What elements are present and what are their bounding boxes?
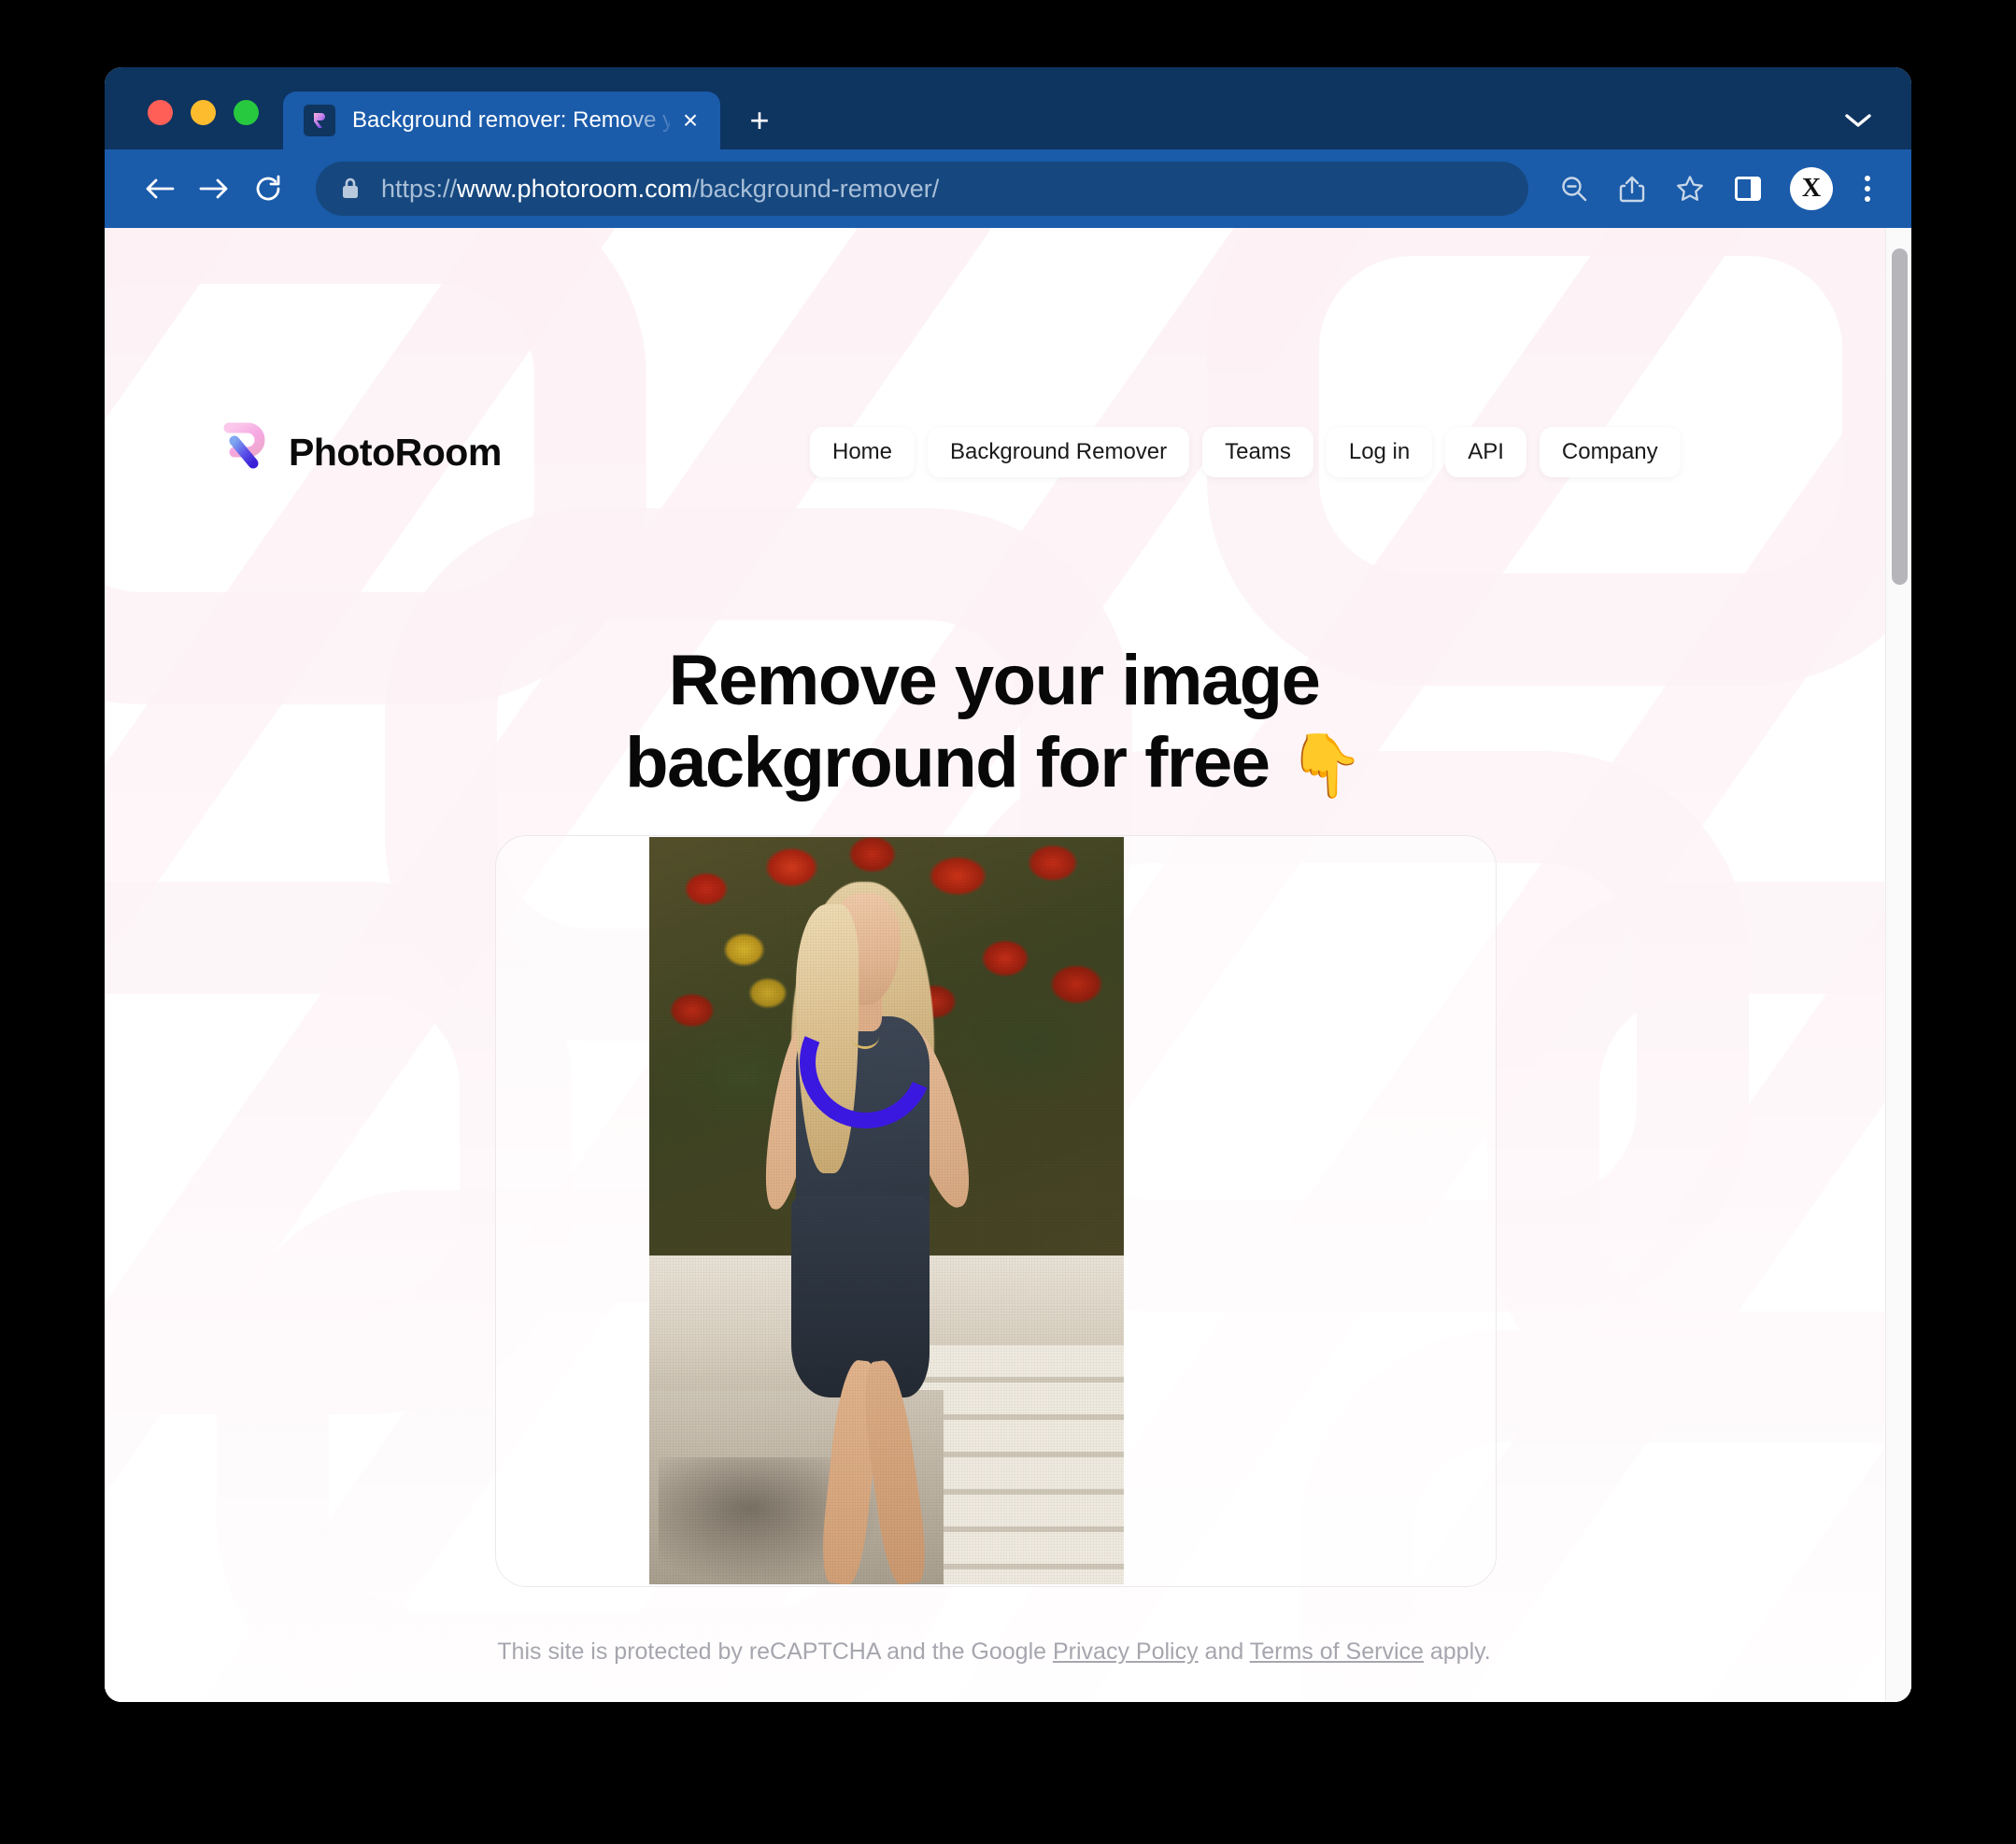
nav-item-log-in[interactable]: Log in <box>1326 427 1433 477</box>
site-header: PhotoRoom Home Background Remover Teams … <box>105 415 1911 489</box>
chevron-down-icon[interactable] <box>1825 92 1891 149</box>
recaptcha-prefix: This site is protected by reCAPTCHA and … <box>497 1638 1053 1665</box>
photo-grain-overlay <box>649 837 1124 1584</box>
privacy-policy-link[interactable]: Privacy Policy <box>1053 1638 1199 1665</box>
page-scrollbar[interactable] <box>1885 228 1911 1702</box>
page-scrollbar-thumb[interactable] <box>1892 248 1908 585</box>
browser-window: Background remover: Remove y × + https:/… <box>105 67 1911 1702</box>
zoom-out-icon[interactable] <box>1545 162 1603 216</box>
side-panel-icon[interactable] <box>1719 162 1777 216</box>
address-bar[interactable]: https://www.photoroom.com/background-rem… <box>316 162 1528 216</box>
tab-title: Background remover: Remove y <box>352 107 670 133</box>
recaptcha-middle: and <box>1198 1638 1250 1665</box>
window-minimize-button[interactable] <box>191 100 216 125</box>
nav-item-background-remover[interactable]: Background Remover <box>928 427 1190 477</box>
recaptcha-notice: This site is protected by reCAPTCHA and … <box>105 1638 1883 1666</box>
lock-icon <box>340 177 361 201</box>
nav-item-home[interactable]: Home <box>810 427 916 477</box>
tab-favicon-icon <box>304 105 335 136</box>
star-icon[interactable] <box>1661 162 1719 216</box>
pointing-down-emoji: 👇 <box>1287 731 1364 801</box>
window-traffic-lights <box>105 100 259 149</box>
image-preview[interactable] <box>649 837 1124 1584</box>
url-text: https://www.photoroom.com/background-rem… <box>381 175 939 204</box>
browser-tab-strip: Background remover: Remove y × + <box>105 67 1911 149</box>
site-nav: Home Background Remover Teams Log in API… <box>810 427 1681 477</box>
recaptcha-suffix: apply. <box>1423 1638 1491 1665</box>
url-scheme: https:// <box>381 174 458 203</box>
kebab-menu-icon[interactable] <box>1846 162 1889 216</box>
window-maximize-button[interactable] <box>234 100 259 125</box>
share-icon[interactable] <box>1603 162 1661 216</box>
headline-line-1: Remove your image <box>668 640 1321 720</box>
tab-close-icon[interactable]: × <box>670 100 711 141</box>
headline-line-2: background for free <box>625 723 1271 803</box>
browser-toolbar: https://www.photoroom.com/background-rem… <box>105 149 1911 228</box>
nav-item-api[interactable]: API <box>1445 427 1526 477</box>
page-content: PhotoRoom Home Background Remover Teams … <box>105 228 1911 1702</box>
url-host: www.photoroom.com <box>457 174 693 203</box>
nav-item-company[interactable]: Company <box>1539 427 1681 477</box>
terms-of-service-link[interactable]: Terms of Service <box>1250 1638 1424 1665</box>
page-viewport: PhotoRoom Home Background Remover Teams … <box>105 228 1911 1702</box>
arrow-right-icon[interactable] <box>187 162 241 216</box>
new-tab-button[interactable]: + <box>731 92 788 149</box>
page-title: Remove your image background for free 👇 <box>105 640 1883 804</box>
brand-logo[interactable]: PhotoRoom <box>212 420 502 485</box>
photoroom-logo-icon <box>212 420 272 485</box>
url-path: /background-remover/ <box>692 174 940 203</box>
nav-item-teams[interactable]: Teams <box>1202 427 1313 477</box>
avatar[interactable]: X <box>1790 167 1833 210</box>
preview-photo <box>649 837 1124 1584</box>
browser-tab[interactable]: Background remover: Remove y × <box>283 92 720 149</box>
brand-name: PhotoRoom <box>289 430 502 474</box>
window-close-button[interactable] <box>148 100 173 125</box>
reload-icon[interactable] <box>241 162 295 216</box>
arrow-left-icon[interactable] <box>133 162 187 216</box>
